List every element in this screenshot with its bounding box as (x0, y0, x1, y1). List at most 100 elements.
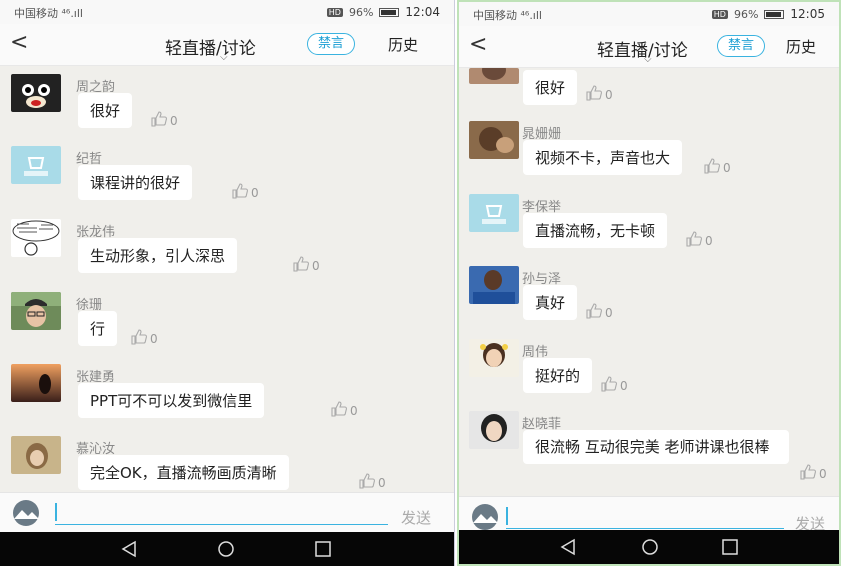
message-bubble: 行 (78, 311, 118, 346)
message-bubble: 完全OK，直播流畅画质清晰 (78, 455, 289, 490)
avatar (11, 146, 61, 184)
comment-input[interactable] (506, 505, 784, 529)
right-phone-screen: 中国移动 ⁴⁶.ıll HD 96% 12:05 < 轻直播/讨论 ⌵ 禁言 历… (457, 0, 841, 566)
text-caret (55, 503, 57, 521)
mute-button[interactable]: 禁言 (307, 33, 356, 55)
like-count: 0 (723, 161, 731, 175)
mute-button[interactable]: 禁言 (717, 35, 766, 57)
avatar (11, 364, 61, 402)
like-button[interactable]: 0 (585, 84, 613, 102)
battery-icon (379, 7, 400, 17)
like-button[interactable]: 0 (600, 375, 628, 393)
like-count: 0 (819, 467, 827, 481)
avatar (11, 74, 61, 112)
avatar (469, 121, 519, 159)
avatar (469, 339, 519, 377)
home-circle-icon[interactable] (641, 538, 659, 556)
status-bar: 中国移动 ⁴⁶.ıll HD 96% 12:05 (459, 2, 839, 26)
user-avatar-icon (472, 504, 498, 530)
like-count: 0 (312, 259, 320, 273)
hd-badge: HD (711, 9, 728, 19)
like-count: 0 (605, 88, 613, 102)
thumb-up-icon (131, 329, 147, 345)
like-count: 0 (350, 404, 358, 418)
like-button[interactable]: 0 (130, 328, 158, 346)
message-bubble: 生动形象，引人深思 (78, 238, 238, 273)
avatar (11, 219, 61, 257)
like-count: 0 (605, 306, 613, 320)
page-title: 轻直播/讨论 (165, 39, 256, 59)
like-count: 0 (620, 379, 628, 393)
chevron-down-icon[interactable]: ⌵ (220, 52, 228, 63)
like-button[interactable]: 0 (358, 472, 386, 490)
message-bubble: 真好 (523, 285, 578, 320)
thumb-up-icon (586, 303, 602, 319)
battery-percent: 96% (348, 5, 374, 19)
thumb-up-icon (151, 111, 167, 127)
thumb-up-icon (232, 183, 248, 199)
chevron-down-icon[interactable]: ⌵ (644, 54, 652, 65)
recent-square-icon[interactable] (721, 538, 739, 556)
back-triangle-icon[interactable] (120, 540, 138, 558)
like-count: 0 (378, 476, 386, 490)
home-circle-icon[interactable] (217, 540, 235, 558)
avatar (11, 292, 61, 330)
thumb-up-icon (331, 401, 347, 417)
avatar (469, 266, 519, 304)
like-count: 0 (705, 234, 713, 248)
message-bubble: 课程讲的很好 (78, 165, 193, 200)
thumb-up-icon (293, 256, 309, 272)
back-icon[interactable]: < (10, 30, 28, 55)
like-button[interactable]: 0 (330, 400, 358, 418)
text-caret (506, 507, 508, 525)
like-button[interactable]: 0 (703, 157, 731, 175)
clock: 12:05 (790, 7, 825, 21)
thumb-up-icon (359, 473, 375, 489)
thumb-up-icon (800, 464, 816, 480)
message-bubble: 很好 (523, 70, 578, 105)
input-bar: 发送 (0, 492, 454, 532)
like-count: 0 (150, 332, 158, 346)
system-nav-bar (0, 532, 454, 566)
status-bar: 中国移动 ⁴⁶.ıll HD 96% 12:04 (0, 0, 454, 24)
like-button[interactable]: 0 (585, 302, 613, 320)
avatar (469, 411, 519, 449)
thumb-up-icon (586, 85, 602, 101)
title-bar: < 轻直播/讨论 ⌵ 禁言 历史 (459, 26, 839, 68)
thumb-up-icon (686, 231, 702, 247)
history-button[interactable]: 历史 (786, 36, 816, 57)
title-bar: < 轻直播/讨论 ⌵ 禁言 历史 (0, 24, 454, 66)
carrier-label: 中国移动 ⁴⁶.ıll (14, 7, 83, 20)
user-avatar-icon (13, 500, 39, 526)
recent-square-icon[interactable] (314, 540, 332, 558)
like-button[interactable]: 0 (799, 463, 827, 481)
like-button[interactable]: 0 (685, 230, 713, 248)
like-button[interactable]: 0 (231, 182, 259, 200)
battery-percent: 96% (733, 7, 759, 21)
battery-icon (764, 9, 785, 19)
clock: 12:04 (405, 5, 440, 19)
message-bubble: 挺好的 (523, 358, 593, 393)
page-title: 轻直播/讨论 (597, 41, 688, 61)
message-bubble: 很好 (78, 93, 133, 128)
message-bubble: 直播流畅，无卡顿 (523, 213, 668, 248)
like-button[interactable]: 0 (150, 110, 178, 128)
avatar (469, 194, 519, 232)
history-button[interactable]: 历史 (388, 34, 418, 55)
system-nav-bar (459, 530, 839, 564)
comment-input[interactable] (55, 501, 388, 525)
hd-badge: HD (326, 7, 343, 17)
avatar (469, 68, 519, 84)
message-bubble: 视频不卡，声音也大 (523, 140, 683, 175)
screenshot-composite: 中国移动 ⁴⁶.ıll HD 96% 12:04 < 轻直播/讨论 ⌵ 禁言 历… (0, 0, 841, 566)
thumb-up-icon (704, 158, 720, 174)
send-button[interactable]: 发送 (401, 507, 431, 528)
message-bubble: PPT可不可以发到微信里 (78, 383, 265, 418)
avatar (11, 436, 61, 474)
thumb-up-icon (601, 376, 617, 392)
back-triangle-icon[interactable] (559, 538, 577, 556)
like-count: 0 (251, 186, 259, 200)
like-button[interactable]: 0 (292, 255, 320, 273)
back-icon[interactable]: < (469, 32, 487, 57)
carrier-label: 中国移动 ⁴⁶.ıll (473, 9, 542, 22)
